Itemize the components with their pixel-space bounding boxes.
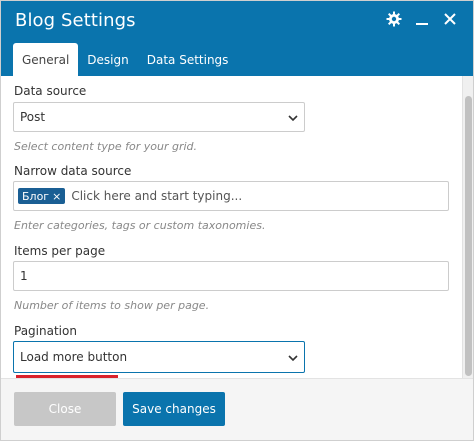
taxonomy-tag: Блог × [18, 188, 66, 204]
modal-scrollbar[interactable] [462, 76, 473, 378]
pagination-select[interactable]: Load more button [13, 341, 305, 373]
pagination-label: Pagination [14, 324, 77, 338]
items-per-page-input[interactable]: 1 [13, 261, 449, 291]
narrow-search-placeholder[interactable]: Click here and start typing... [71, 189, 242, 203]
chevron-down-icon [288, 112, 298, 126]
tag-remove-icon[interactable]: × [52, 191, 61, 202]
tab-bar: General Design Data Settings [13, 43, 237, 76]
blog-settings-modal: Blog Settings General Design Data Settin… [0, 0, 474, 441]
data-source-select[interactable]: Post [13, 102, 305, 132]
data-source-label: Data source [14, 84, 87, 98]
tab-design[interactable]: Design [78, 43, 137, 76]
data-source-hint: Select content type for your grid. [14, 140, 198, 153]
gear-icon[interactable] [385, 9, 403, 29]
close-icon[interactable] [441, 9, 459, 29]
tab-data-settings[interactable]: Data Settings [138, 43, 238, 76]
pagination-value: Load more button [20, 350, 128, 364]
minimize-icon[interactable] [413, 9, 431, 29]
narrow-data-source-hint: Enter categories, tags or custom taxonom… [14, 219, 266, 232]
header-controls [385, 9, 459, 29]
data-source-value: Post [20, 110, 46, 124]
modal-body: Data source Post Select content type for… [1, 76, 463, 378]
chevron-down-icon [288, 352, 298, 366]
items-per-page-hint: Number of items to show per page. [14, 299, 210, 312]
tag-label: Блог [22, 189, 50, 203]
items-per-page-label: Items per page [14, 244, 106, 258]
close-button[interactable]: Close [14, 392, 116, 426]
tab-general[interactable]: General [13, 43, 79, 76]
narrow-data-source-input[interactable]: Блог × Click here and start typing... [13, 181, 449, 211]
modal-footer: Close Save changes [1, 378, 473, 440]
narrow-data-source-label: Narrow data source [14, 164, 132, 178]
scrollbar-thumb[interactable] [465, 96, 472, 376]
modal-header: Blog Settings General Design Data Settin… [1, 1, 473, 76]
modal-title: Blog Settings [15, 10, 136, 31]
save-changes-button[interactable]: Save changes [123, 392, 225, 426]
